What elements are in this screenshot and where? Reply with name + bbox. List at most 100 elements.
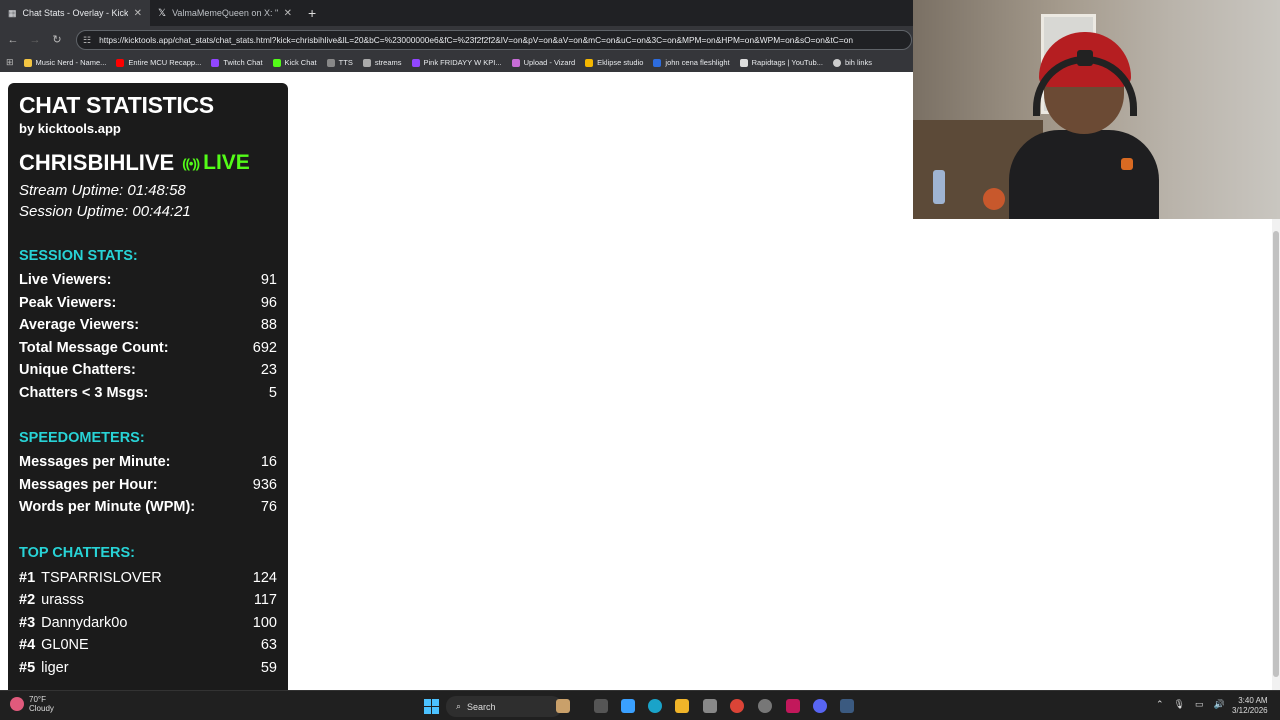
- stat-row: Peak Viewers: 96: [19, 295, 277, 313]
- taskbar-clock[interactable]: 3:40 AM 3/12/2026: [1232, 696, 1268, 716]
- discord-icon[interactable]: [813, 699, 827, 713]
- globe-icon: [832, 58, 841, 67]
- site-info-icon[interactable]: ☷: [83, 35, 91, 46]
- bookmark-favicon-icon: [511, 58, 520, 67]
- live-label: LIVE: [203, 151, 250, 174]
- bookmark-item[interactable]: Entire MCU Recapp...: [116, 58, 201, 67]
- edge-icon[interactable]: [648, 699, 662, 713]
- bookmarks-bar: ⊞ Music Nerd - Name... Entire MCU Recapp…: [0, 53, 914, 72]
- search-label: Search: [467, 701, 496, 712]
- stat-value: 88: [260, 317, 277, 333]
- stat-value: 23: [260, 362, 277, 378]
- top-chatters-heading: TOP CHATTERS:: [19, 544, 136, 561]
- weather-desc: Cloudy: [29, 704, 54, 713]
- app-icon[interactable]: [786, 699, 800, 713]
- windows-taskbar: 70°F Cloudy ⌕ Search ⌃ 🎙 ▭ 🔊 3:40 AM 3/1…: [0, 690, 1280, 720]
- taskbar-search[interactable]: ⌕ Search: [446, 696, 562, 717]
- microphone-icon[interactable]: 🎙: [1174, 699, 1185, 710]
- bookmark-item[interactable]: Music Nerd - Name...: [23, 58, 107, 67]
- address-bar[interactable]: ☷: [76, 30, 912, 50]
- bookmark-item[interactable]: john cena fleshlight: [653, 58, 730, 67]
- search-icon: ⌕: [456, 701, 462, 711]
- obs-icon[interactable]: [758, 699, 772, 713]
- volume-icon[interactable]: 🔊: [1214, 699, 1225, 710]
- browser-nav-bar: ← → ↻ ☷: [0, 26, 914, 53]
- overlay-title: CHAT STATISTICS: [19, 92, 214, 118]
- chatter-rank: #1: [19, 569, 36, 586]
- copilot-icon[interactable]: [621, 699, 635, 713]
- bookmark-item[interactable]: Eklipse studio: [585, 58, 643, 67]
- stat-row: Total Message Count: 692: [19, 340, 277, 358]
- tab-title: ValmaMemeQueen on X: "http: [172, 8, 278, 18]
- chatter-row: #5 liger 59: [19, 660, 277, 678]
- bookmark-item[interactable]: Pink FRIDAYY W KPI...: [411, 58, 502, 67]
- weather-icon: [10, 697, 24, 711]
- chatter-row: #3 Dannydark0o 100: [19, 615, 277, 633]
- webcam-basketball: [983, 188, 1005, 210]
- chatter-name: Dannydark0o: [41, 614, 128, 631]
- page-scrollbar[interactable]: [1272, 219, 1280, 690]
- chatter-count: 117: [253, 592, 277, 608]
- stat-value: 91: [260, 272, 277, 288]
- bookmark-label: Pink FRIDAYY W KPI...: [423, 58, 502, 67]
- tab-chat-stats[interactable]: ▦ Chat Stats - Overlay - KickTools ✕: [0, 0, 150, 26]
- new-tab-icon[interactable]: +: [308, 5, 316, 21]
- weather-temp: 70°F: [29, 695, 46, 704]
- webcam-feed: [913, 0, 1280, 219]
- bookmark-item[interactable]: Upload - Vizard: [511, 58, 575, 67]
- forward-icon[interactable]: →: [24, 34, 46, 46]
- stat-row: Average Viewers: 88: [19, 317, 277, 335]
- stat-row: Chatters < 3 Msgs: 5: [19, 385, 277, 403]
- back-icon[interactable]: ←: [2, 34, 24, 46]
- twitch-icon: [411, 58, 420, 67]
- bookmark-item[interactable]: streams: [362, 58, 402, 67]
- bookmark-favicon-icon: [23, 58, 32, 67]
- stat-label: Words per Minute (WPM):: [19, 499, 196, 515]
- widgets-icon[interactable]: [556, 699, 570, 713]
- broadcast-icon: ((•)): [182, 155, 200, 171]
- shirt-logo: [1121, 158, 1133, 170]
- bookmark-item[interactable]: Kick Chat: [272, 58, 317, 67]
- bookmark-label: Eklipse studio: [597, 58, 644, 67]
- bookmark-favicon-icon: [362, 58, 371, 67]
- chrome-icon[interactable]: [730, 699, 744, 713]
- tray-chevron-icon[interactable]: ⌃: [1156, 699, 1164, 710]
- windows-start-icon[interactable]: [424, 699, 439, 714]
- weather-widget[interactable]: 70°F Cloudy: [10, 695, 54, 713]
- weather-text: 70°F Cloudy: [29, 695, 54, 713]
- tab-x-post[interactable]: 𝕏 ValmaMemeQueen on X: "http ✕: [150, 0, 300, 26]
- network-icon[interactable]: ▭: [1195, 699, 1204, 710]
- task-view-icon[interactable]: [594, 699, 608, 713]
- chatter-rank: #4: [19, 637, 36, 653]
- chatter-name: TSPARRISLOVER: [41, 569, 162, 586]
- reload-icon[interactable]: ↻: [46, 33, 68, 46]
- chatter-rank: #5: [19, 659, 36, 676]
- steam-icon[interactable]: [840, 699, 854, 713]
- webcam-streamer: [1009, 30, 1159, 219]
- overlay-byline: by kicktools.app: [19, 121, 121, 136]
- chatter-rank: #2: [19, 592, 36, 608]
- tab-close-icon[interactable]: ✕: [284, 8, 292, 19]
- apps-grid-icon[interactable]: ⊞: [6, 57, 14, 68]
- bookmark-item[interactable]: TTS: [326, 58, 353, 67]
- url-input[interactable]: [99, 35, 910, 45]
- channel-header: CHRISBIHLIVE ((•)) LIVE: [19, 150, 277, 176]
- scrollbar-thumb[interactable]: [1273, 231, 1279, 677]
- page-content: CHAT STATISTICS by kicktools.app CHRISBI…: [0, 72, 914, 690]
- bookmark-label: Kick Chat: [284, 58, 317, 67]
- bookmark-item[interactable]: bih links: [832, 58, 872, 67]
- stream-uptime: Stream Uptime: 01:48:58: [19, 182, 186, 199]
- webcam-bottle: [933, 170, 945, 204]
- stat-value: 96: [260, 294, 277, 311]
- bookmark-item[interactable]: Twitch Chat: [211, 58, 263, 67]
- store-icon[interactable]: [703, 699, 717, 713]
- chat-stats-overlay: CHAT STATISTICS by kicktools.app CHRISBI…: [8, 83, 288, 690]
- stat-row: Live Viewers: 91: [19, 272, 277, 290]
- file-explorer-icon[interactable]: [675, 699, 689, 713]
- stat-row: Unique Chatters: 23: [19, 362, 277, 380]
- bookmark-label: Music Nerd - Name...: [35, 58, 107, 67]
- tab-close-icon[interactable]: ✕: [134, 8, 142, 19]
- bookmark-item[interactable]: Rapidtags | YouTub...: [739, 58, 823, 67]
- browser-tab-bar: ▦ Chat Stats - Overlay - KickTools ✕ 𝕏 V…: [0, 0, 914, 26]
- stat-value: 16: [260, 454, 277, 470]
